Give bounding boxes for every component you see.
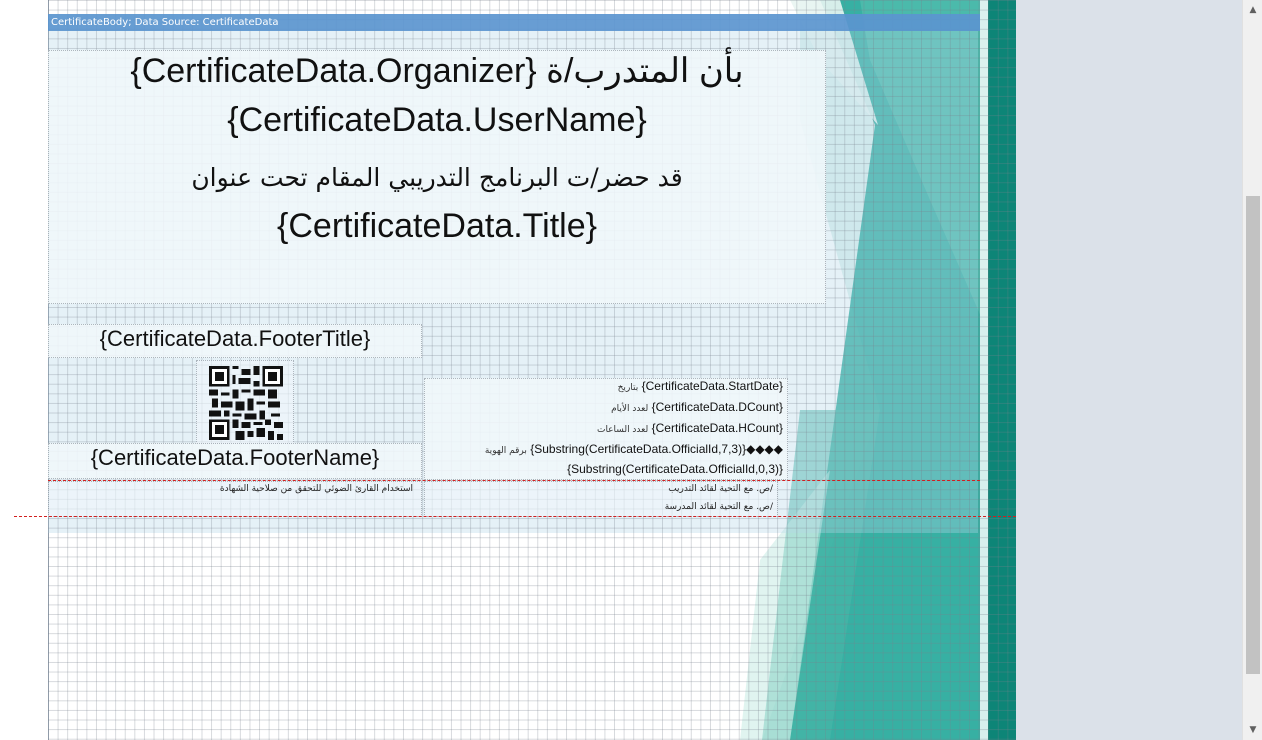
official-id-line-1: برقم الهوية {Substring(CertificateData.O…	[482, 442, 783, 456]
username-line: {CertificateData.UserName}	[227, 101, 647, 139]
hour-count-field: {CertificateData.HCount}	[651, 421, 783, 435]
start-date-line: بتاريخ {CertificateData.StartDate}	[615, 379, 783, 393]
section-header[interactable]: CertificateBody; Data Source: Certificat…	[48, 14, 980, 31]
organizer-line: {CertificateData.Organizer} بأن المتدرب/…	[130, 52, 744, 90]
right-panel	[1016, 0, 1242, 740]
signatures-block[interactable]: ص. مع التحية لقائد التدريب/ ص. مع التحية…	[424, 481, 778, 517]
hour-count-line: لعدد الساعات {CertificateData.HCount}	[594, 421, 783, 435]
day-count-field: {CertificateData.DCount}	[651, 400, 783, 414]
attendance-line: قد حضر/ت البرنامج التدريبي المقام تحت عن…	[191, 163, 683, 192]
footer-name-text: {CertificateData.FooterName}	[90, 445, 380, 470]
signature-line-1: ص. مع التحية لقائد التدريب/	[668, 484, 773, 494]
details-block[interactable]: بتاريخ {CertificateData.StartDate} لعدد …	[424, 378, 788, 480]
main-text-block[interactable]: {CertificateData.Organizer} بأن المتدرب/…	[48, 50, 826, 304]
start-date-label: بتاريخ	[617, 383, 639, 393]
qr-note-box[interactable]: استخدام القارئ الضوئي للتحقق من صلاحية ا…	[48, 481, 422, 517]
report-design-surface[interactable]: CertificateBody; Data Source: Certificat…	[0, 0, 1016, 740]
qr-code-box[interactable]	[196, 360, 294, 444]
official-id-line-2: {Substring(CertificateData.OfficialId,0,…	[567, 462, 783, 476]
margin-guide	[14, 516, 1016, 517]
footer-title-text: {CertificateData.FooterTitle}	[99, 326, 371, 351]
day-count-label: لعدد الأيام	[611, 404, 649, 414]
left-margin	[0, 0, 49, 740]
qr-code-icon	[209, 366, 283, 440]
scrollbar-thumb[interactable]	[1246, 196, 1260, 674]
title-line: {CertificateData.Title}	[277, 207, 597, 245]
signature-line-2: ص. مع التحية لقائد المدرسة/	[664, 502, 773, 512]
official-id-field-1: {Substring(CertificateData.OfficialId,7,…	[530, 442, 783, 456]
hour-count-label: لعدد الساعات	[596, 425, 649, 435]
start-date-field: {CertificateData.StartDate}	[641, 379, 783, 393]
official-id-field-2: {Substring(CertificateData.OfficialId,0,…	[567, 462, 783, 476]
vertical-scrollbar[interactable]: ▲ ▼	[1242, 0, 1262, 740]
band-boundary-guide	[48, 480, 980, 481]
chevron-down-icon[interactable]: ▼	[1243, 722, 1262, 738]
footer-title-box[interactable]: {CertificateData.FooterTitle}	[48, 324, 422, 358]
day-count-line: لعدد الأيام {CertificateData.DCount}	[608, 400, 783, 414]
official-id-label: برقم الهوية	[484, 446, 527, 456]
footer-name-box[interactable]: {CertificateData.FooterName}	[48, 443, 422, 479]
chevron-up-icon[interactable]: ▲	[1243, 2, 1262, 18]
qr-note-text: استخدام القارئ الضوئي للتحقق من صلاحية ا…	[219, 484, 413, 494]
